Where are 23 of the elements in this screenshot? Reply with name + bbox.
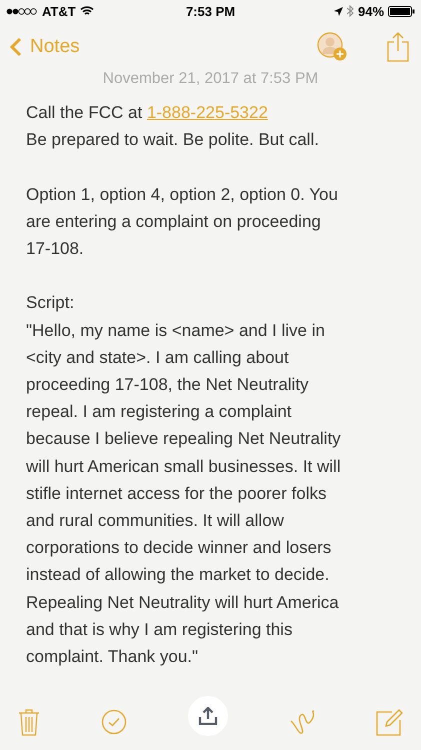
- wifi-icon: [80, 6, 94, 16]
- add-person-icon[interactable]: [317, 32, 347, 62]
- note-paragraph: Script: "Hello, my name is <name> and I live in <city and state>. I am calling about proceeding 17-108, the Net Neutrality repeal. I am registering a complaint because I believe repealing Net Neutrality will hurt American small businesses. It will stifle internet access for the poorer folks and rural communities. It will allow corporations to decide winner and losers instead of allowing the market to decide. Repealing Net Neutrality will hurt America and that is why I am registering this complaint. Thank you.": [26, 292, 342, 668]
- clock-time: 7:53 PM: [186, 4, 236, 18]
- note-paragraph: Option 1, option 4, option 2, option 0. You are entering a complaint on proceeding 17-108.: [26, 184, 339, 260]
- compose-icon[interactable]: [376, 708, 403, 736]
- share-icon[interactable]: [387, 32, 409, 62]
- back-button[interactable]: Notes: [10, 36, 80, 58]
- upload-button[interactable]: [188, 696, 228, 736]
- squiggle-icon[interactable]: [289, 709, 315, 735]
- battery-percent: 94%: [358, 4, 384, 18]
- signal-icon: [6, 8, 38, 14]
- checkmark-icon[interactable]: [101, 709, 127, 735]
- carrier-name: AT&T: [42, 4, 76, 18]
- upload-icon: [198, 707, 218, 725]
- phone-link[interactable]: 1-888-225-5322: [146, 103, 268, 122]
- location-icon: [334, 6, 343, 16]
- bluetooth-icon: [346, 5, 354, 17]
- chevron-icon: [10, 37, 22, 57]
- note-paragraph: Call the FCC at 1-888-225-5322 Be prepared to wait. Be polite. But call.: [26, 102, 320, 152]
- trash-icon[interactable]: [18, 708, 40, 736]
- note-date: November 21, 2017 at 7:53 PM: [102, 69, 320, 89]
- battery-icon: [388, 6, 416, 16]
